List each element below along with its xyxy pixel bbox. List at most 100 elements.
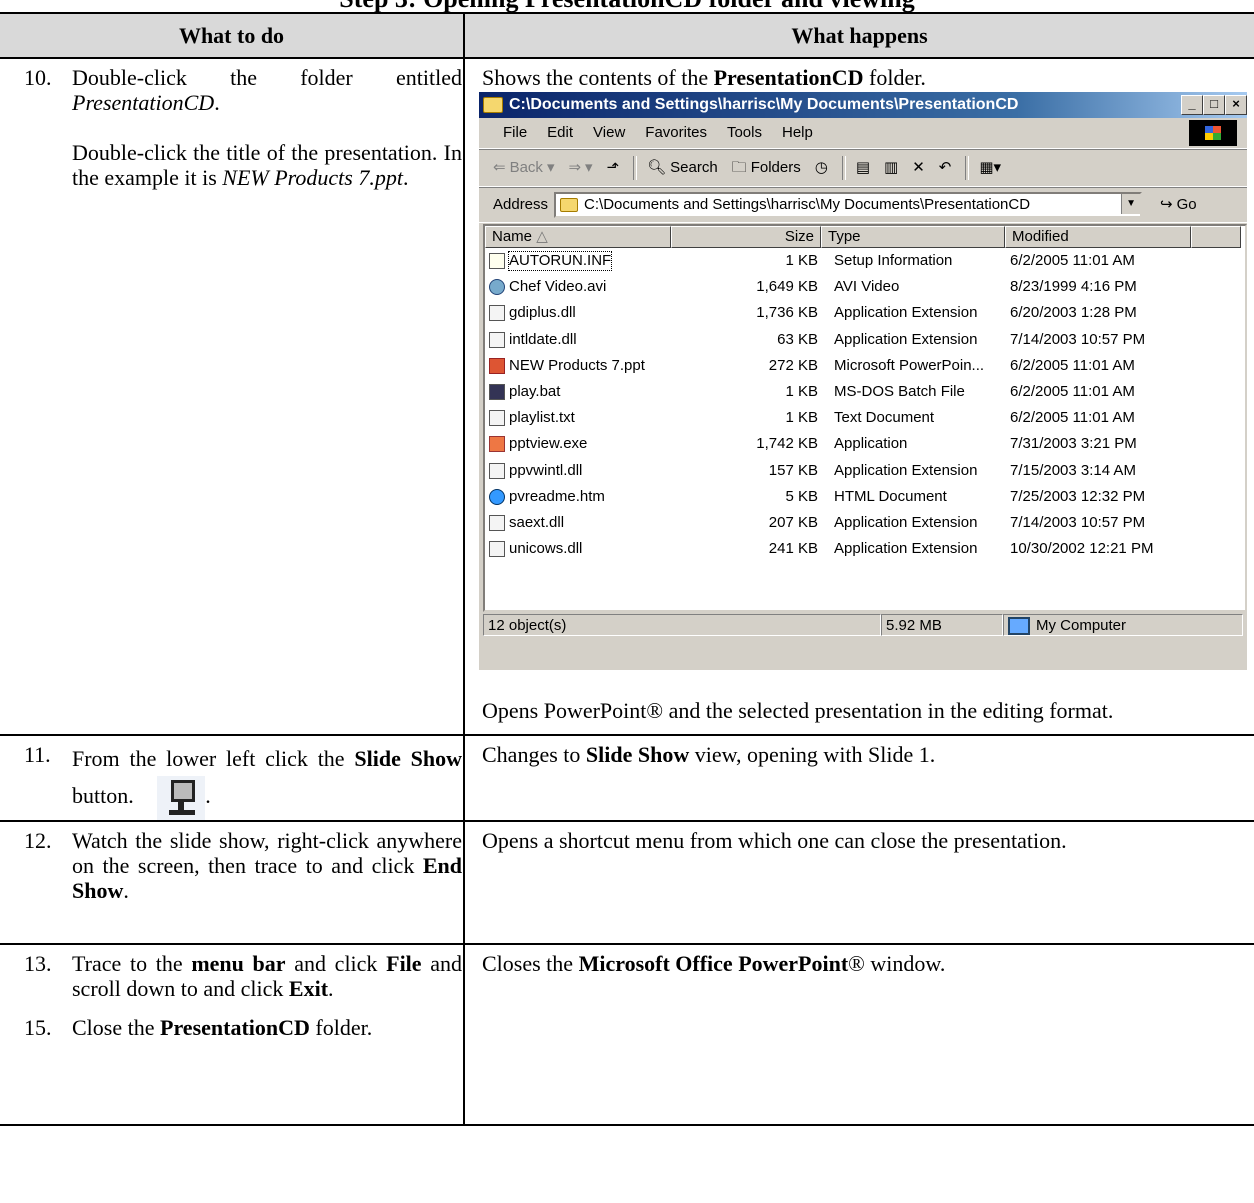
file-name: unicows.dll <box>509 540 583 558</box>
bat-file-icon <box>489 384 505 401</box>
file-type: Application Extension <box>834 461 978 479</box>
go-button[interactable]: ↪ Go <box>1160 196 1197 214</box>
file-name: intldate.dll <box>509 330 577 348</box>
forward-button[interactable]: ⇒ ▾ <box>568 159 592 177</box>
file-row[interactable]: ppvwintl.dll 157 KB Application Extension 7… <box>485 458 1245 484</box>
explorer-title-bar[interactable]: C:\Documents and Settings\harrisc\My Doc… <box>479 92 1247 118</box>
file-modified: 7/14/2003 10:57 PM <box>1010 330 1146 348</box>
address-dropdown-icon[interactable]: ▼ <box>1121 194 1141 214</box>
step-result: Shows the contents of the PresentationCD… <box>482 65 926 90</box>
undo-icon: ↶ <box>938 159 952 176</box>
folder-icon <box>483 97 503 113</box>
step-instruction: Watch the slide show, right-click anywhe… <box>72 828 462 903</box>
file-name: Chef Video.avi <box>509 278 607 296</box>
file-row[interactable]: pvreadme.htm 5 KB HTML Document 7/25/2003 1… <box>485 484 1245 510</box>
file-row[interactable]: gdiplus.dll 1,736 KB Application Extension… <box>485 300 1245 326</box>
column-header-size[interactable]: Size <box>671 226 821 248</box>
file-modified: 6/2/2005 11:01 AM <box>1010 409 1135 427</box>
column-header-name[interactable]: Name △ <box>485 226 671 248</box>
file-row[interactable]: playlist.txt 1 KB Text Document 6/2/2005 11… <box>485 405 1245 431</box>
forward-arrow-icon: ⇒ <box>568 159 582 176</box>
views-button[interactable]: ▦▾ <box>979 159 1001 177</box>
dll-file-icon <box>489 331 505 348</box>
file-row[interactable]: play.bat 1 KB MS-DOS Batch File 6/2/2005 11… <box>485 379 1245 405</box>
explorer-title: C:\Documents and Settings\harrisc\My Doc… <box>509 96 1019 113</box>
column-header-modified[interactable]: Modified <box>1005 226 1191 248</box>
menu-view[interactable]: View <box>593 124 625 142</box>
minimize-button[interactable]: _ <box>1181 95 1203 115</box>
file-name: playlist.txt <box>509 409 575 427</box>
file-row[interactable]: Chef Video.avi 1,649 KB AVI Video 8/23/1999… <box>485 274 1245 300</box>
up-folder-button[interactable]: ⬏ <box>607 159 620 177</box>
file-type: Application Extension <box>834 540 978 558</box>
windows-logo-icon <box>1189 120 1237 146</box>
toolbar: ⇐ Back ▾ ⇒ ▾ ⬏ 🔍︎ Search 🗀 Folders ◷ ▤ ▥ ✕ ↶ <box>479 149 1247 187</box>
search-button[interactable]: 🔍︎ Search <box>647 159 718 177</box>
history-icon: ◷ <box>814 159 828 176</box>
step-instruction-2: Double-click the title of the presentati… <box>72 140 462 190</box>
menu-file[interactable]: File <box>503 124 527 142</box>
copy-to-button[interactable]: ▥ <box>884 159 898 177</box>
close-button[interactable]: × <box>1225 95 1247 115</box>
ppt-file-icon <box>489 357 505 374</box>
move-to-button[interactable]: ▤ <box>856 159 870 177</box>
address-bar: Address C:\Documents and Settings\harris… <box>479 187 1247 223</box>
file-size: 63 KB <box>777 330 818 348</box>
step-result-2: Opens PowerPoint® and the selected prese… <box>482 698 1114 723</box>
undo-button[interactable]: ↶ <box>939 159 952 177</box>
dll-file-icon <box>489 305 505 322</box>
file-type: Setup Information <box>834 252 953 270</box>
file-type: MS-DOS Batch File <box>834 383 965 401</box>
file-name: saext.dll <box>509 513 565 531</box>
step-instruction: From the lower left click the Slide Show… <box>72 742 462 820</box>
address-input[interactable]: C:\Documents and Settings\harrisc\My Doc… <box>554 192 1143 218</box>
file-row[interactable]: intldate.dll 63 KB Application Extension 7/… <box>485 327 1245 353</box>
file-modified: 7/14/2003 10:57 PM <box>1010 513 1146 531</box>
delete-icon: ✕ <box>912 159 925 176</box>
file-name: pptview.exe <box>509 435 588 453</box>
file-name: play.bat <box>509 383 561 401</box>
page-heading: Step 3: Opening PresentationCD folder an… <box>0 0 1254 12</box>
file-row[interactable]: pptview.exe 1,742 KB Application 7/31/2003 … <box>485 431 1245 457</box>
search-icon: 🔍︎ <box>647 159 667 176</box>
slide-show-button-icon <box>157 776 206 820</box>
back-button[interactable]: ⇐ Back ▾ <box>493 159 554 177</box>
exe-file-icon <box>489 436 505 453</box>
file-size: 1 KB <box>785 252 818 270</box>
file-row[interactable]: NEW Products 7.ppt 272 KB Microsoft PowerP… <box>485 353 1245 379</box>
file-row[interactable]: unicows.dll 241 KB Application Extension 10… <box>485 536 1245 562</box>
file-size: 5 KB <box>785 487 818 505</box>
menu-favorites[interactable]: Favorites <box>645 124 707 142</box>
menu-help[interactable]: Help <box>782 124 813 142</box>
col-header-what-happens: What happens <box>464 12 1254 59</box>
file-type: Text Document <box>834 409 935 427</box>
menu-edit[interactable]: Edit <box>547 124 573 142</box>
my-computer-icon <box>1008 617 1030 636</box>
file-size: 241 KB <box>768 540 818 558</box>
file-size: 1,649 KB <box>756 278 818 296</box>
file-type: Application Extension <box>834 513 978 531</box>
file-size: 207 KB <box>768 513 818 531</box>
step-instruction-2: Close the PresentationCD folder. <box>72 1015 373 1040</box>
file-modified: 6/2/2005 11:01 AM <box>1010 252 1135 270</box>
table-row: 12. Watch the slide show, right-click an… <box>0 821 1254 945</box>
maximize-button[interactable]: □ <box>1203 95 1225 115</box>
step-number: 11. <box>24 742 51 767</box>
sort-ascending-icon: △ <box>536 228 548 245</box>
history-button[interactable]: ◷ <box>815 159 828 177</box>
file-size: 1 KB <box>785 409 818 427</box>
column-header-type[interactable]: Type <box>821 226 1005 248</box>
file-row[interactable]: AUTORUN.INF 1 KB Setup Information 6/2/2005… <box>485 248 1245 274</box>
menu-tools[interactable]: Tools <box>727 124 762 142</box>
status-objects: 12 object(s) <box>483 614 881 636</box>
views-icon: ▦▾ <box>979 159 1002 176</box>
step-result: Opens a shortcut menu from which one can… <box>482 828 1067 853</box>
inf-file-icon <box>489 253 505 270</box>
file-row[interactable]: saext.dll 207 KB Application Extension 7/14… <box>485 510 1245 536</box>
file-type: Microsoft PowerPoin... <box>834 356 985 374</box>
delete-button[interactable]: ✕ <box>912 159 925 177</box>
folders-button[interactable]: 🗀 Folders <box>732 159 801 177</box>
file-name: gdiplus.dll <box>509 304 576 322</box>
file-type: Application Extension <box>834 304 978 322</box>
go-arrow-icon: ↪ <box>1160 196 1173 213</box>
